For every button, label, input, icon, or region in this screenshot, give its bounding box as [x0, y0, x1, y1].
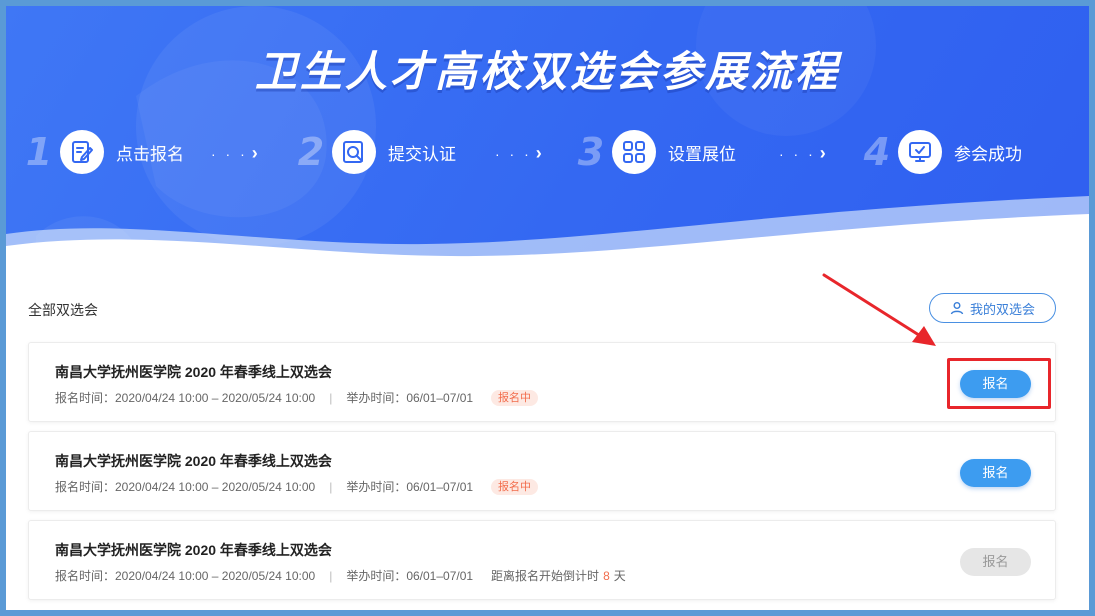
fair-meta: 报名时间：2020/04/24 10:00 – 2020/05/24 10:00… — [55, 567, 626, 584]
page-frame: 卫生人才高校双选会参展流程 1 点击报名 · · · › 2 提交认证 · · … — [6, 6, 1089, 610]
fair-card: 南昌大学抚州医学院 2020 年春季线上双选会 报名时间：2020/04/24 … — [28, 520, 1056, 600]
countdown-prefix: 距离报名开始倒计时 — [491, 569, 600, 583]
signup-time: 报名时间：2020/04/24 10:00 – 2020/05/24 10:00 — [55, 391, 316, 405]
fair-title: 南昌大学抚州医学院 2020 年春季线上双选会 — [55, 364, 332, 380]
signup-time: 报名时间：2020/04/24 10:00 – 2020/05/24 10:00 — [55, 569, 316, 583]
step-label: 参会成功 — [954, 144, 1022, 164]
signup-button[interactable]: 报名 — [960, 459, 1031, 487]
countdown-unit: 天 — [613, 569, 626, 583]
meta-separator: | — [329, 568, 333, 583]
search-doc-icon — [332, 130, 376, 174]
held-time: 举办时间：06/01–07/01 — [346, 480, 474, 494]
user-icon — [950, 302, 964, 315]
fair-title: 南昌大学抚州医学院 2020 年春季线上双选会 — [55, 542, 332, 558]
step-number: 3 — [577, 130, 605, 174]
edit-icon — [60, 130, 104, 174]
my-fairs-label: 我的双选会 — [969, 301, 1035, 317]
countdown: 距离报名开始倒计时 8 天 — [491, 567, 626, 584]
step-label: 点击报名 — [116, 144, 184, 164]
section-title: 全部双选会 — [28, 302, 98, 318]
hero-banner: 卫生人才高校双选会参展流程 1 点击报名 · · · › 2 提交认证 · · … — [6, 6, 1089, 276]
step-label: 提交认证 — [388, 144, 456, 164]
step-4: 4 参会成功 — [860, 130, 1022, 174]
step-arrow: · · · › — [779, 143, 826, 164]
fair-meta: 报名时间：2020/04/24 10:00 – 2020/05/24 10:00… — [55, 478, 539, 495]
fair-meta: 报名时间：2020/04/24 10:00 – 2020/05/24 10:00… — [55, 389, 539, 406]
chevron-right-icon: › — [819, 143, 826, 163]
arrow-dots: · · · — [495, 145, 532, 162]
step-number: 2 — [297, 130, 325, 174]
signup-button-disabled[interactable]: 报名 — [960, 548, 1031, 576]
fair-card: 南昌大学抚州医学院 2020 年春季线上双选会 报名时间：2020/04/24 … — [28, 431, 1056, 511]
hero-wave — [6, 196, 1089, 276]
signup-time: 报名时间：2020/04/24 10:00 – 2020/05/24 10:00 — [55, 480, 316, 494]
held-time: 举办时间：06/01–07/01 — [346, 391, 474, 405]
step-3: 3 设置展位 — [574, 130, 736, 174]
grid-icon — [612, 130, 656, 174]
my-fairs-button[interactable]: 我的双选会 — [929, 293, 1056, 323]
arrow-dots: · · · — [211, 145, 248, 162]
fair-title: 南昌大学抚州医学院 2020 年春季线上双选会 — [55, 453, 332, 469]
step-number: 4 — [863, 130, 891, 174]
chevron-right-icon: › — [535, 143, 542, 163]
hero-title: 卫生人才高校双选会参展流程 — [254, 47, 840, 96]
status-badge: 报名中 — [491, 478, 539, 495]
step-2: 2 提交认证 — [294, 130, 456, 174]
step-label: 设置展位 — [668, 144, 736, 164]
monitor-check-icon — [898, 130, 942, 174]
annotation-highlight-box — [947, 358, 1051, 409]
chevron-right-icon: › — [251, 143, 258, 163]
step-arrow: · · · › — [211, 143, 258, 164]
meta-separator: | — [329, 390, 333, 405]
step-arrow: · · · › — [495, 143, 542, 164]
fair-card: 南昌大学抚州医学院 2020 年春季线上双选会 报名时间：2020/04/24 … — [28, 342, 1056, 422]
status-badge: 报名中 — [491, 389, 539, 406]
step-1: 1 点击报名 — [22, 130, 184, 174]
held-time: 举办时间：06/01–07/01 — [346, 569, 474, 583]
step-number: 1 — [25, 130, 53, 174]
arrow-dots: · · · — [779, 145, 816, 162]
countdown-value: 8 — [603, 569, 610, 583]
meta-separator: | — [329, 479, 333, 494]
